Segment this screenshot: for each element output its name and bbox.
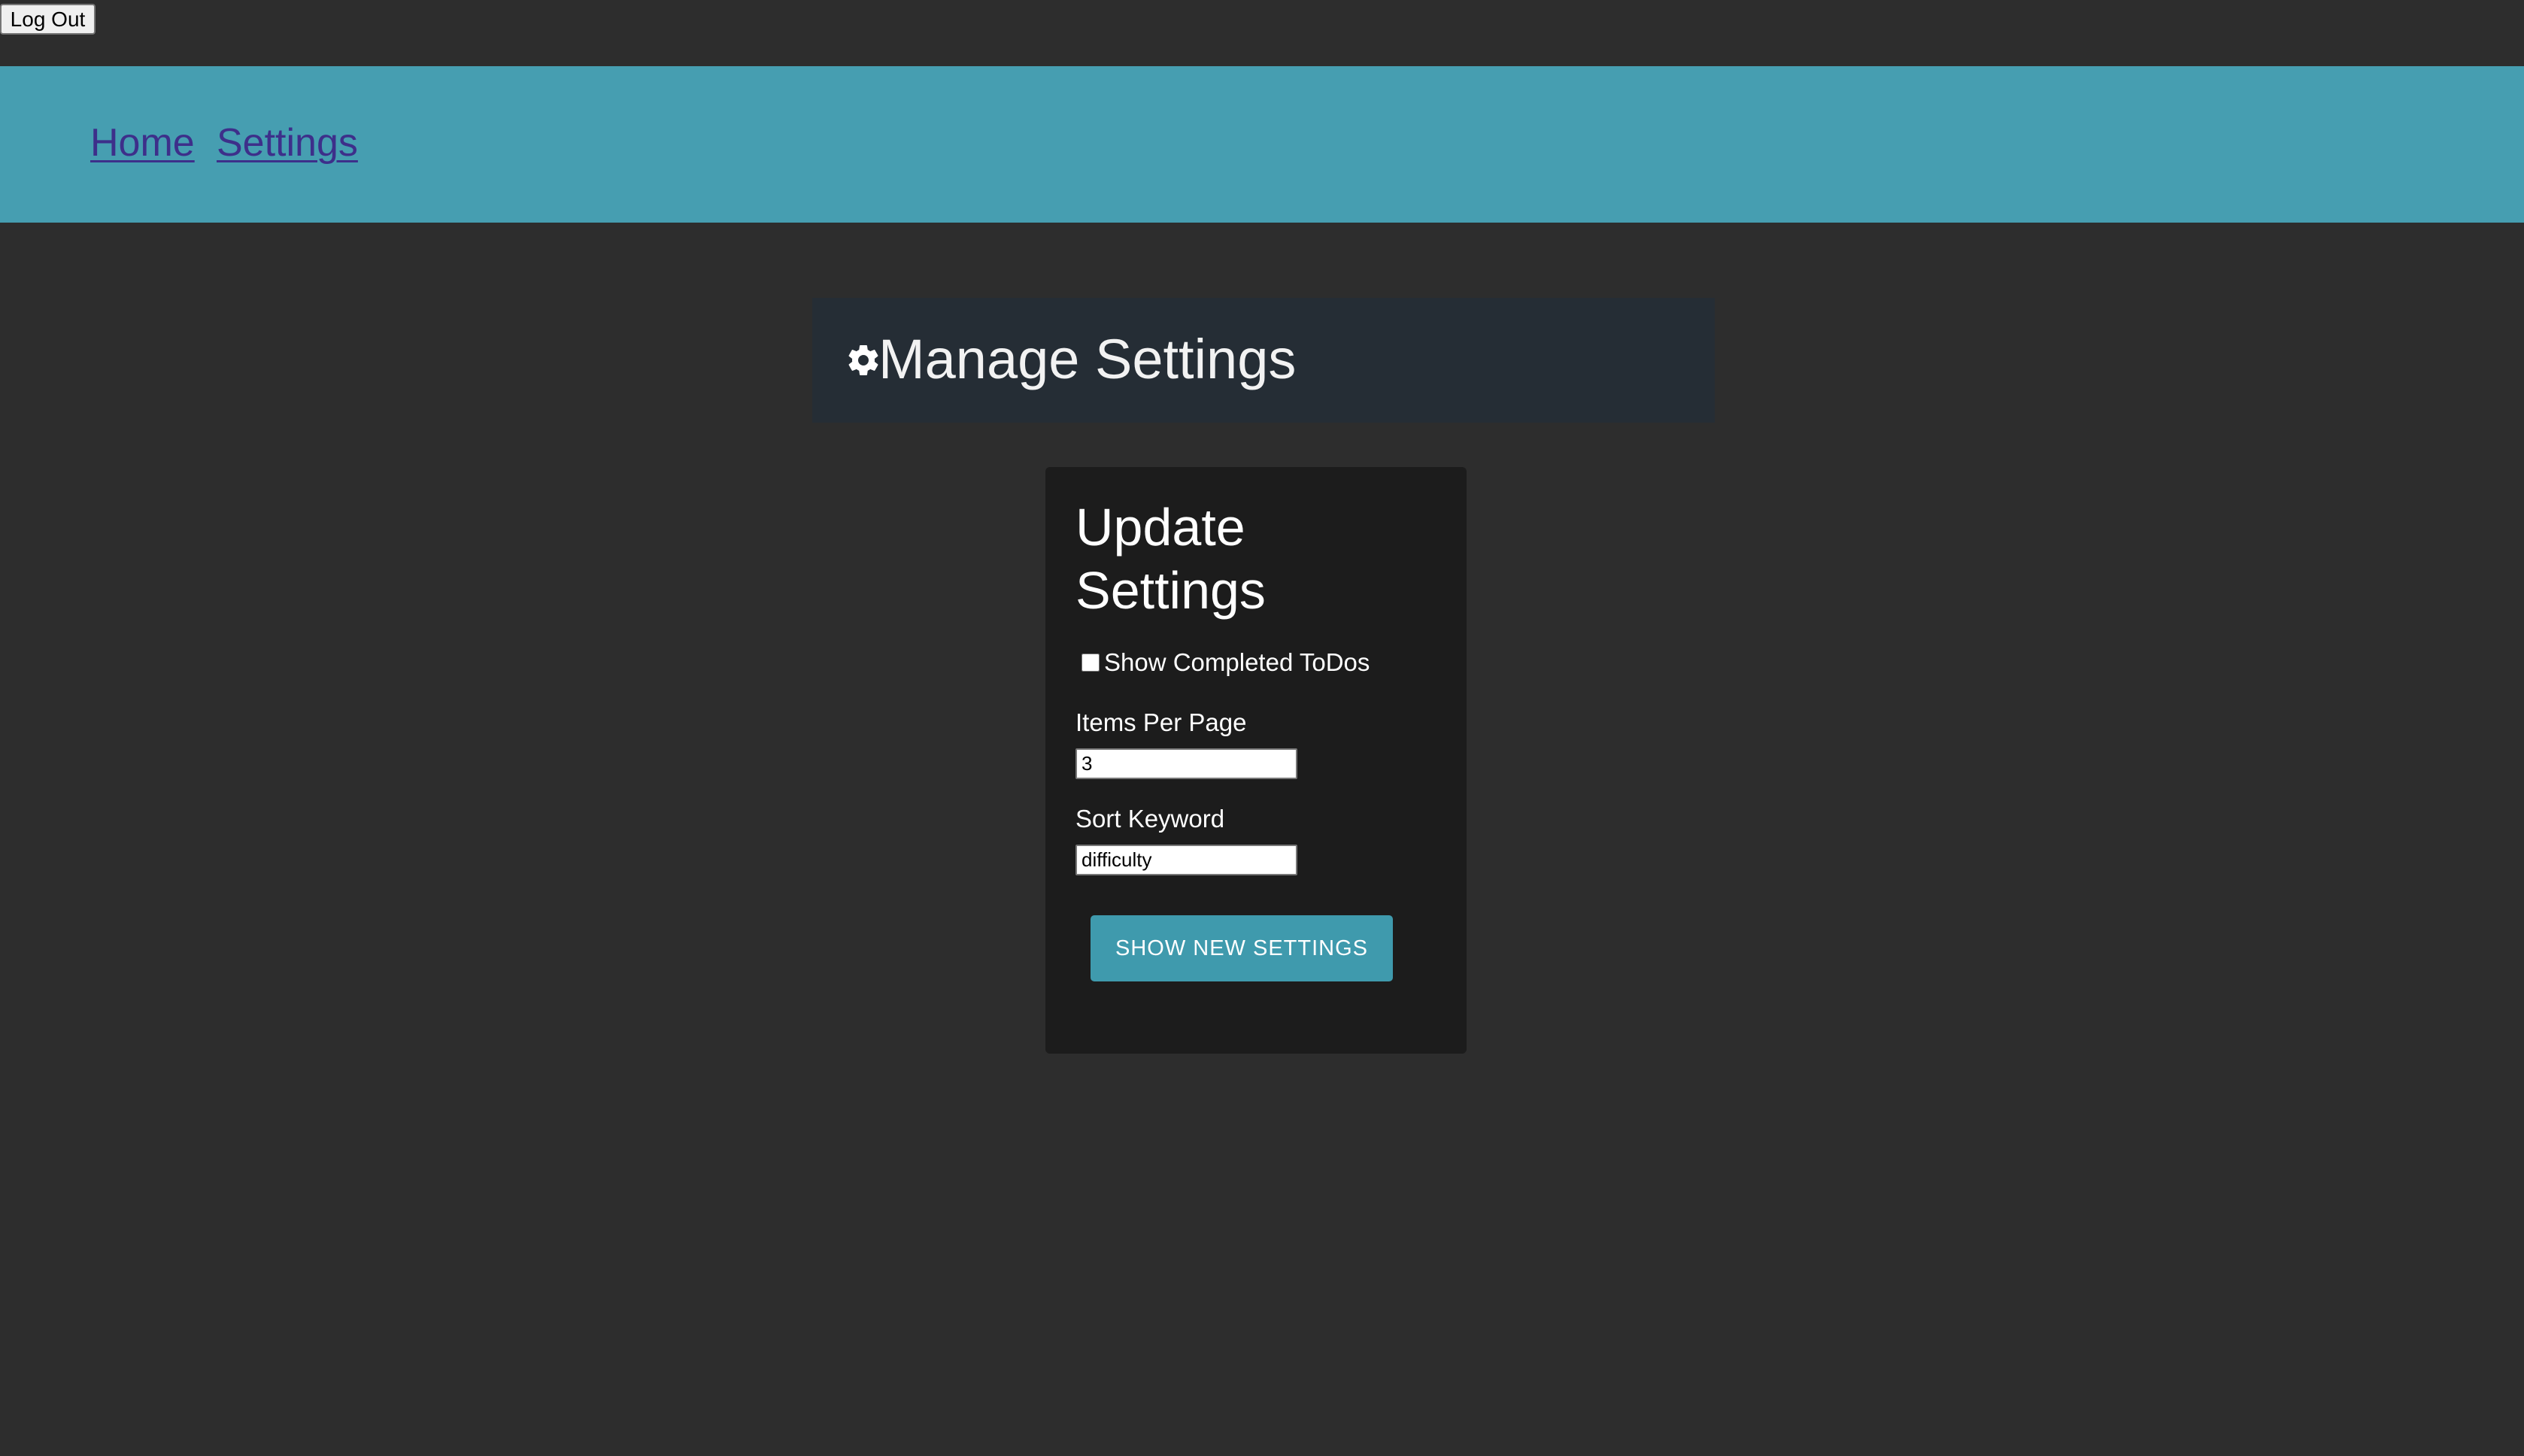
gear-icon <box>848 345 878 375</box>
page-title: Manage Settings <box>878 328 1297 390</box>
show-new-settings-button[interactable]: SHOW NEW SETTINGS <box>1091 915 1393 981</box>
card-heading: Update Settings <box>1075 498 1266 620</box>
show-completed-checkbox[interactable] <box>1081 654 1100 672</box>
items-per-page-input[interactable] <box>1075 748 1297 779</box>
nav-link-settings[interactable]: Settings <box>217 120 358 165</box>
logout-button[interactable]: Log Out <box>0 4 96 35</box>
items-per-page-label: Items Per Page <box>1075 708 1247 736</box>
page-title-bar: Manage Settings <box>812 298 1715 423</box>
navbar: Home Settings <box>0 66 2524 223</box>
sort-keyword-label: Sort Keyword <box>1075 805 1225 833</box>
settings-card: Update Settings Show Completed ToDos Ite… <box>1045 467 1467 1054</box>
nav-link-home[interactable]: Home <box>90 120 195 165</box>
show-completed-row: Show Completed ToDos <box>1081 648 1370 678</box>
sort-keyword-input[interactable] <box>1075 845 1297 875</box>
show-completed-label[interactable]: Show Completed ToDos <box>1104 648 1370 678</box>
